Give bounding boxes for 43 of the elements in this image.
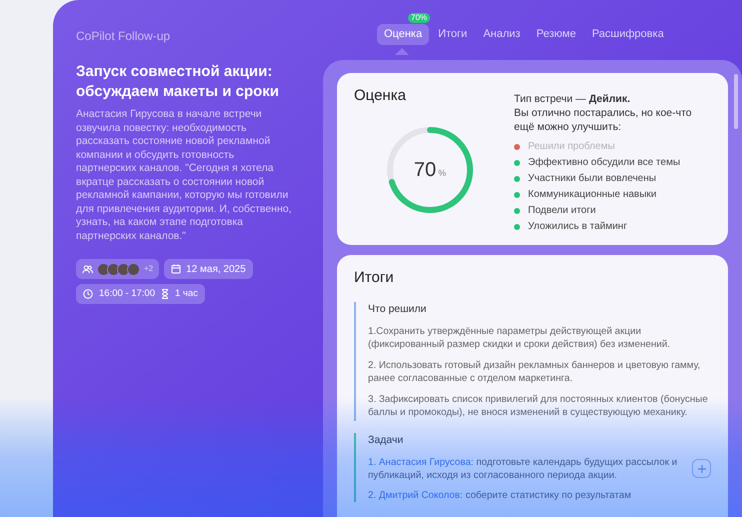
card-title: Итоги	[354, 268, 395, 288]
tab[interactable]: Анализ	[476, 24, 528, 45]
score-value: 70%	[414, 158, 446, 182]
people-icon	[82, 264, 93, 274]
avatar	[107, 262, 120, 276]
avatar	[127, 262, 140, 276]
clock-icon	[83, 289, 93, 299]
hourglass-icon	[161, 289, 169, 299]
tab[interactable]: Итоги	[431, 24, 474, 45]
participants-chip[interactable]: +2	[76, 259, 160, 279]
score-message: Вы отлично постарались, но кое-что ещё можно улучшить:	[514, 106, 693, 134]
criterion-label: Подвели итоги	[528, 204, 596, 218]
tab[interactable]: Резюме	[529, 24, 583, 45]
participants-extra: +2	[144, 263, 154, 275]
decision-text: 2. Использовать готовый дизайн рекламных баннеров и цветовую гамму, ранее согласованные с отделом маркетинга.	[368, 359, 702, 386]
avatar	[117, 262, 130, 276]
meeting-summary: Анастасия Гирусова в начале встречи озвучила повестку: необходимость рассказать состояние новой рекламной компании и обсудить готовность партнерских каналов. "Сегодня я хотела вкратце рассказать о состоянии новой рекламной кампании, которую мы готовили для привлечения аудитории. И, собственно, узнать, на каком этапе подготовка партнерских каналов."	[76, 108, 293, 243]
meeting-type: Тип встречи — Дейлик.	[514, 92, 632, 106]
criterion-label: Участники были вовлечены	[528, 172, 656, 186]
add-button[interactable]	[692, 459, 711, 478]
app-title: CoPilot Follow-up	[76, 28, 172, 45]
decision-text: 3. Зафиксировать список привилегий для постоянных клиентов (бонусные баллы и промокоды), не внося изменений в существующую механику.	[368, 393, 709, 420]
card-title: Оценка	[354, 86, 407, 106]
criterion-label: Уложились в тайминг	[528, 220, 628, 234]
decision-text: 1.Сохранить утверждённые параметры действующей акции (фиксированный размер скидки и сроки действия) без изменений.	[368, 325, 672, 352]
task-text: 2. Дмитрий Соколов: соберите статистику по результатам	[368, 489, 632, 502]
task-text: 1. Анастасия Гирусова: подготовьте календарь будущих рассылок и публикаций, исходя из согласованного периода акции.	[368, 456, 678, 482]
section-heading: Задачи	[368, 433, 404, 448]
plus-icon	[698, 464, 706, 472]
meeting-time: 16:00 - 17:00	[99, 286, 155, 301]
criterion-label: Решили проблемы	[528, 140, 615, 154]
criterion-label: Эффективно обсудили все темы	[528, 156, 680, 170]
scrollbar	[734, 74, 738, 129]
meeting-date: 12 мая, 2025	[186, 262, 246, 276]
score-badge: 70%	[408, 13, 430, 23]
meeting-title: Запуск совместной акции: обсуждаем макеты и сроки	[76, 62, 280, 102]
criterion-label: Коммуникационные навыки	[528, 188, 657, 202]
avatar	[97, 262, 110, 276]
meeting-duration: 1 час	[175, 286, 198, 301]
section-heading: Что решили	[368, 302, 428, 316]
calendar-icon	[171, 264, 182, 274]
tab[interactable]: Оценка	[377, 24, 430, 45]
tab[interactable]: Расшифровка	[584, 24, 671, 45]
